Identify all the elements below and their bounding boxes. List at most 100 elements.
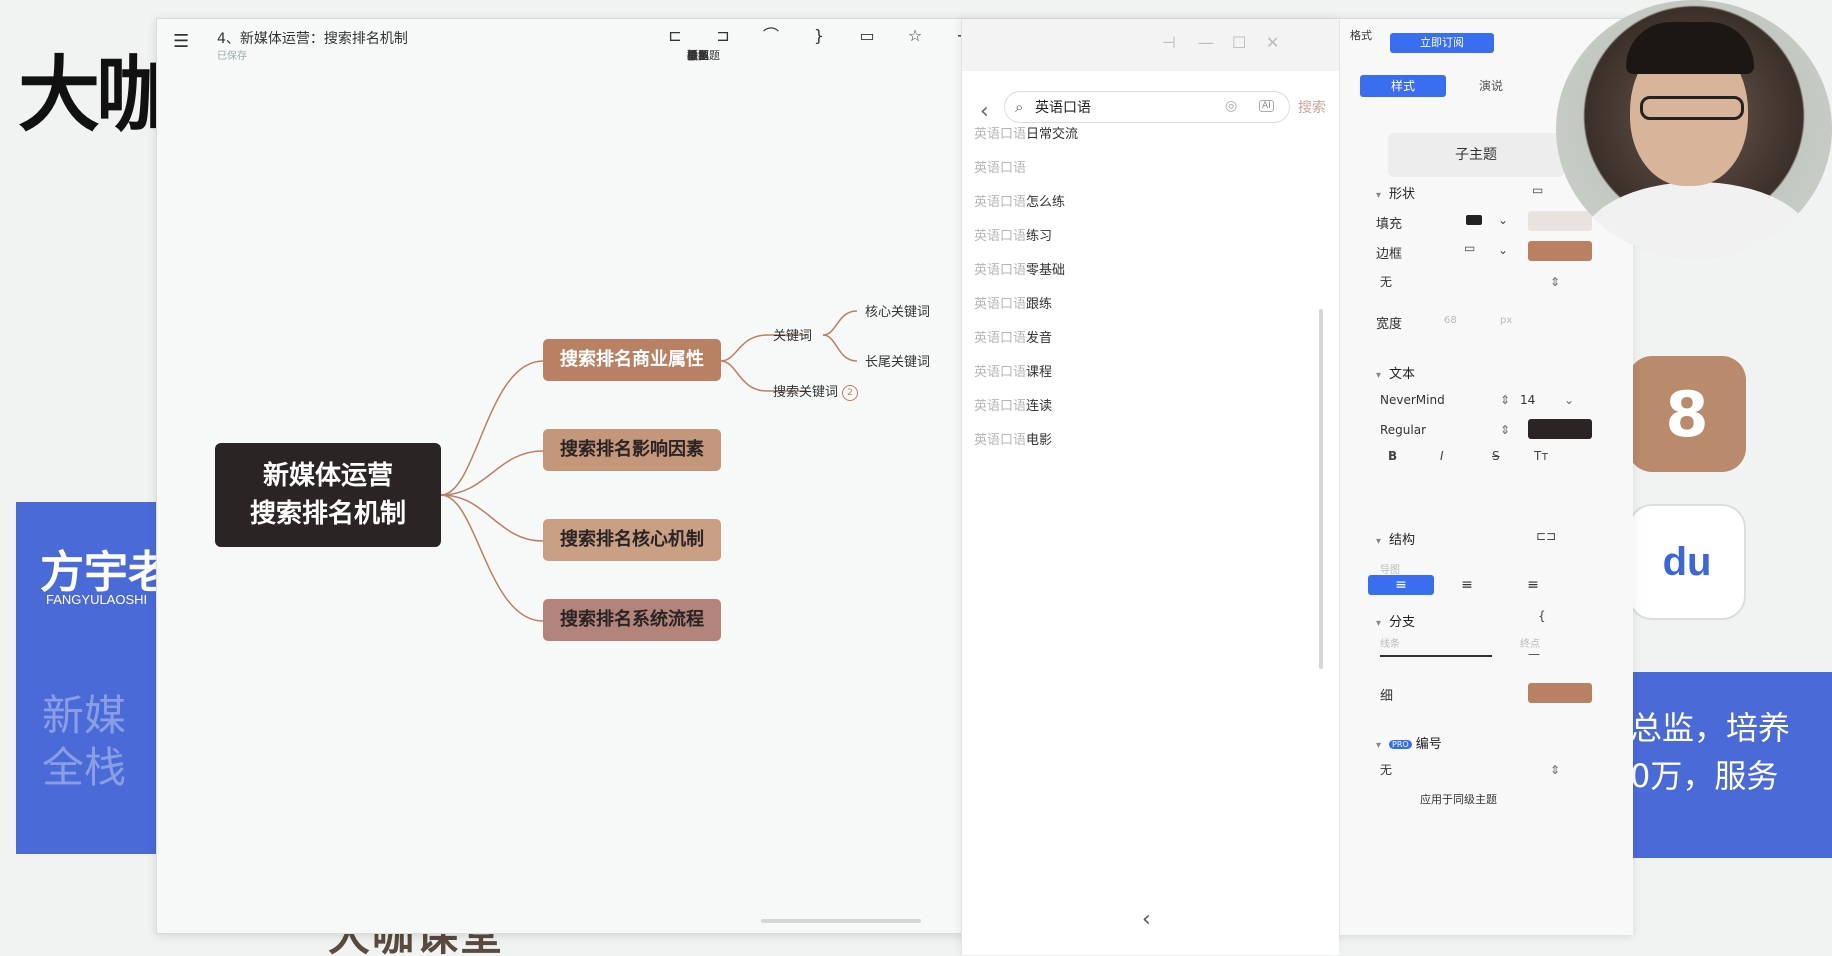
suggestion-item[interactable]: 英语口语	[974, 157, 1026, 176]
suggestion-suffix: 日常交流	[1026, 127, 1079, 142]
tab-presentation[interactable]: 演说	[1448, 75, 1534, 97]
suggestion-suffix: 课程	[1026, 365, 1053, 380]
branch-color-swatch[interactable]	[1528, 683, 1592, 703]
course-line-2: 全栈	[42, 743, 127, 792]
presenter-card: 方宇老 FANGYULAOSHI 新媒 全栈	[16, 502, 166, 854]
section-shape[interactable]: ▾ 形状	[1376, 183, 1415, 202]
apply-same-level[interactable]: 应用于同级主题	[1420, 791, 1497, 807]
camera-icon[interactable]: ◎	[1225, 98, 1237, 114]
updown-icon: ⇕	[1549, 763, 1560, 777]
tool-button-0[interactable]: ⊏ 主题	[651, 25, 709, 62]
suggestion-item[interactable]: 英语口语发音	[974, 327, 1052, 346]
marker-icon: ☆	[907, 26, 923, 45]
suggestion-item[interactable]: 英语口语连读	[974, 395, 1052, 414]
topic-type-chip[interactable]: 子主题	[1388, 133, 1564, 177]
suggestion-item[interactable]: 英语口语日常交流	[974, 123, 1078, 142]
border-dropdown-icon[interactable]: ⌄	[1498, 243, 1508, 257]
font-family-select[interactable]: NeverMind ⇕	[1380, 389, 1510, 411]
align-right-icon[interactable]: ≡	[1500, 575, 1566, 595]
collapsed-count-badge[interactable]: 2	[842, 384, 859, 401]
maximize-icon[interactable]: ☐	[1232, 33, 1246, 52]
pro-badge: PRO	[1389, 740, 1412, 749]
line-style-select[interactable]	[1380, 655, 1492, 657]
bold-button[interactable]: B	[1388, 449, 1397, 463]
width-value[interactable]: 68	[1444, 315, 1457, 326]
leaf-long-tail-keyword[interactable]: 长尾关键词	[865, 351, 930, 370]
section-branch[interactable]: ▾ 分支	[1376, 611, 1415, 630]
numbering-value: 无	[1380, 763, 1393, 777]
suggestion-item[interactable]: 英语口语电影	[974, 429, 1052, 448]
branch-topic-1[interactable]: 搜索排名商业属性	[543, 339, 721, 381]
minimize-icon[interactable]: —	[1198, 33, 1214, 52]
structure-icon[interactable]: ⊏⊐	[1536, 529, 1556, 543]
document-title: 4、新媒体运营：搜索排名机制	[217, 31, 408, 47]
text-color-swatch[interactable]	[1528, 419, 1592, 439]
shape-picker-icon[interactable]: ▭	[1532, 183, 1543, 197]
vertical-scrollbar[interactable]	[1319, 309, 1323, 669]
section-structure-title: 结构	[1389, 533, 1416, 548]
mindmap-canvas[interactable]: 新媒体运营 搜索排名机制 搜索排名商业属性 搜索排名影响因素 搜索排名核心机制 …	[157, 71, 961, 931]
format-tab-label[interactable]: 格式	[1350, 27, 1372, 43]
collapse-chevron-icon[interactable]: ‹	[1142, 907, 1151, 932]
top-toolbar: ☰ 4、新媒体运营：搜索排名机制 已保存 ⊏ 主题 ⊐ 子主题 ⌒ 联系} 概要 ▭ 外框 ☆ 标记…	[157, 19, 970, 71]
suggestion-item[interactable]: 英语口语练习	[974, 225, 1052, 244]
section-structure[interactable]: ▾ 结构	[1376, 529, 1415, 548]
search-button[interactable]: 搜索	[1298, 97, 1326, 117]
branch-topic-3[interactable]: 搜索排名核心机制	[543, 519, 721, 561]
suggestion-prefix: 英语口语	[974, 161, 1027, 176]
italic-button[interactable]: I	[1440, 449, 1444, 463]
horizontal-scrollbar[interactable]	[761, 919, 921, 923]
numbering-select[interactable]: 无 ⇕	[1380, 759, 1560, 781]
search-field[interactable]: ⌕ ◎ AI	[1004, 91, 1290, 123]
tool-button-2[interactable]: ⌒ 联系	[687, 25, 795, 62]
leaf-core-keyword[interactable]: 核心关键词	[865, 301, 930, 320]
align-center-icon[interactable]: ≡	[1434, 575, 1500, 595]
fill-swatch[interactable]	[1528, 211, 1592, 231]
line-label: 线条	[1380, 639, 1400, 650]
tool-button-3[interactable]: } 概要	[687, 25, 843, 62]
search-popup: ⊣ — ☐ ✕ ‹ ⌕ ◎ AI 搜索 英语口语日常交流英语口语英语口语怎么练英…	[961, 19, 1340, 955]
font-weight-select[interactable]: Regular ⇕	[1380, 419, 1510, 441]
suggestion-item[interactable]: 英语口语怎么练	[974, 191, 1065, 210]
suggestion-item[interactable]: 英语口语零基础	[974, 259, 1065, 278]
tool-button-5[interactable]: ☆ 标记	[687, 25, 939, 62]
close-icon[interactable]: ✕	[1266, 33, 1279, 52]
subscribe-button[interactable]: 立即订阅	[1390, 33, 1494, 53]
branch-style-icon[interactable]: {	[1538, 609, 1546, 623]
border-shape-icon[interactable]: ▭	[1464, 241, 1475, 255]
strikethrough-button[interactable]: S	[1492, 449, 1500, 463]
ai-badge-icon[interactable]: AI	[1259, 100, 1274, 112]
suggestion-suffix: 连读	[1026, 399, 1053, 414]
tool-button-1[interactable]: ⊐ 子主题	[687, 25, 747, 62]
subtopic-keyword[interactable]: 关键词	[773, 325, 812, 344]
glasses-icon	[1640, 96, 1744, 120]
line-thickness[interactable]: 细	[1380, 685, 1393, 704]
text-case-button[interactable]: Tт	[1534, 449, 1548, 463]
pin-icon[interactable]: ⊣	[1162, 33, 1176, 52]
font-size-select[interactable]: 14 ⌄	[1520, 389, 1574, 411]
section-numbering[interactable]: ▾ PRO 编号	[1376, 733, 1442, 752]
suggestion-item[interactable]: 英语口语课程	[974, 361, 1052, 380]
intro-line-2: 0万，服务	[1630, 757, 1779, 795]
border-style-select[interactable]: 无 ⇕	[1380, 271, 1560, 293]
border-label: 边框	[1376, 247, 1403, 262]
section-text[interactable]: ▾ 文本	[1376, 363, 1415, 382]
topic-icon: ⊏	[668, 26, 682, 45]
tab-style[interactable]: 样式	[1360, 75, 1446, 97]
fill-dropdown-icon[interactable]: ⌄	[1498, 213, 1508, 227]
root-topic[interactable]: 新媒体运营 搜索排名机制	[215, 443, 441, 547]
align-left-icon[interactable]: ≡	[1368, 575, 1434, 595]
tool-button-4[interactable]: ▭ 外框	[687, 25, 891, 62]
menu-icon[interactable]: ☰	[173, 33, 193, 51]
branch-topic-4[interactable]: 搜索排名系统流程	[543, 599, 721, 641]
relation-icon: ⌒	[762, 26, 779, 45]
suggestion-item[interactable]: 英语口语跟练	[974, 293, 1052, 312]
structure-value[interactable]: 导图	[1380, 561, 1400, 576]
line-end-select[interactable]: —	[1528, 647, 1540, 661]
subtopic-search-keyword[interactable]: 搜索关键词 2	[773, 381, 859, 401]
branch-topic-2[interactable]: 搜索排名影响因素	[543, 429, 721, 471]
search-input[interactable]	[1035, 97, 1215, 117]
baidu-icon: du	[1628, 504, 1746, 620]
fill-color-chip[interactable]	[1466, 215, 1482, 225]
back-chevron-icon[interactable]: ‹	[980, 99, 989, 124]
